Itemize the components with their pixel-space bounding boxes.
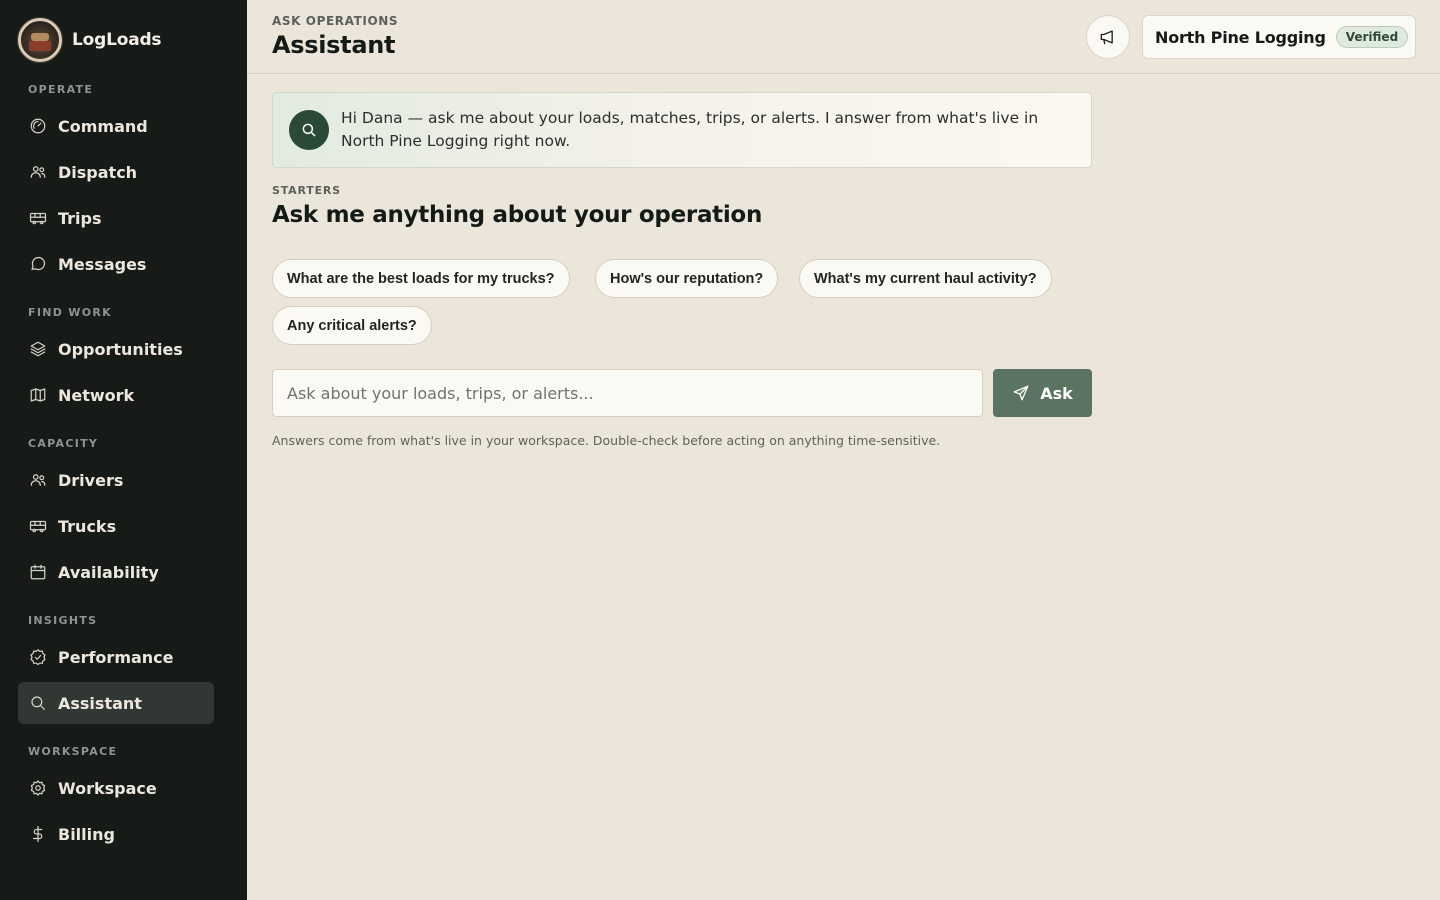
sidebar-item-trucks[interactable]: Trucks (18, 505, 214, 547)
send-icon (1012, 384, 1040, 402)
org-name: North Pine Logging (1155, 27, 1326, 47)
map-icon (28, 385, 48, 405)
sidebar-item-availability[interactable]: Availability (18, 551, 214, 593)
sidebar-item-label: Drivers (58, 470, 124, 490)
brand-name: LogLoads (72, 30, 162, 50)
announcements-button[interactable] (1086, 15, 1130, 59)
section-label-find-work: FIND WORK (28, 306, 112, 319)
layers-icon (28, 339, 48, 359)
sidebar-item-messages[interactable]: Messages (18, 243, 214, 285)
ask-input[interactable] (272, 369, 983, 417)
verified-badge: Verified (1335, 26, 1409, 48)
section-label-workspace: WORKSPACE (28, 745, 118, 758)
gauge-icon (28, 116, 48, 136)
section-label-operate: OPERATE (28, 83, 94, 96)
sidebar-item-label: Dispatch (58, 162, 138, 182)
sidebar: LogLoads OPERATE Command Dispatch Trips … (0, 0, 247, 900)
section-label-capacity: CAPACITY (28, 437, 99, 450)
ask-button-label: Ask (1040, 383, 1073, 403)
sidebar-item-label: Assistant (58, 693, 142, 713)
brand-logo (18, 18, 62, 62)
sidebar-item-trips[interactable]: Trips (18, 197, 214, 239)
users-icon (28, 162, 48, 182)
sidebar-item-label: Opportunities (58, 339, 183, 359)
badge-check-icon (28, 647, 48, 667)
sidebar-item-label: Billing (58, 824, 115, 844)
starters-label: STARTERS (272, 184, 341, 197)
sidebar-item-label: Availability (58, 562, 159, 582)
page-eyebrow: ASK OPERATIONS (272, 14, 399, 28)
sidebar-item-billing[interactable]: Billing (18, 813, 214, 855)
page-header: ASK OPERATIONS Assistant North Pine Logg… (247, 0, 1440, 74)
starter-chip[interactable]: How's our reputation? (595, 259, 779, 298)
search-icon (28, 693, 48, 713)
sidebar-item-label: Network (58, 385, 135, 405)
dollar-icon (28, 824, 48, 844)
sidebar-item-opportunities[interactable]: Opportunities (18, 328, 214, 370)
sidebar-item-label: Command (58, 116, 148, 136)
starters-heading: Ask me anything about your operation (272, 202, 763, 228)
sidebar-item-command[interactable]: Command (18, 105, 214, 147)
starter-chip[interactable]: What are the best loads for my trucks? (272, 259, 570, 298)
calendar-icon (28, 562, 48, 582)
sidebar-item-label: Workspace (58, 778, 157, 798)
section-label-insights: INSIGHTS (28, 614, 98, 627)
sidebar-item-assistant[interactable]: Assistant (18, 682, 214, 724)
ask-button[interactable]: Ask (993, 369, 1092, 417)
sidebar-item-drivers[interactable]: Drivers (18, 459, 214, 501)
message-icon (28, 254, 48, 274)
page-title: Assistant (272, 31, 396, 59)
gear-icon (28, 778, 48, 798)
brand[interactable]: LogLoads (18, 18, 162, 62)
org-switcher[interactable]: North Pine Logging Verified (1142, 15, 1416, 59)
assistant-greeting: Hi Dana — ask me about your loads, match… (272, 92, 1092, 168)
truck-icon (28, 516, 48, 536)
search-icon (289, 110, 329, 150)
greeting-text: Hi Dana — ask me about your loads, match… (341, 109, 1039, 150)
sidebar-item-dispatch[interactable]: Dispatch (18, 151, 214, 193)
sidebar-item-workspace[interactable]: Workspace (18, 767, 214, 809)
sidebar-item-network[interactable]: Network (18, 374, 214, 416)
starter-chip[interactable]: What's my current haul activity? (799, 259, 1052, 298)
sidebar-item-label: Trucks (58, 516, 117, 536)
disclaimer-text: Answers come from what's live in your wo… (272, 433, 941, 448)
sidebar-item-label: Messages (58, 254, 147, 274)
starter-chip[interactable]: Any critical alerts? (272, 306, 432, 345)
truck-icon (28, 208, 48, 228)
megaphone-icon (1098, 27, 1118, 47)
sidebar-item-label: Trips (58, 208, 102, 228)
sidebar-item-performance[interactable]: Performance (18, 636, 214, 678)
users-icon (28, 470, 48, 490)
sidebar-item-label: Performance (58, 647, 174, 667)
